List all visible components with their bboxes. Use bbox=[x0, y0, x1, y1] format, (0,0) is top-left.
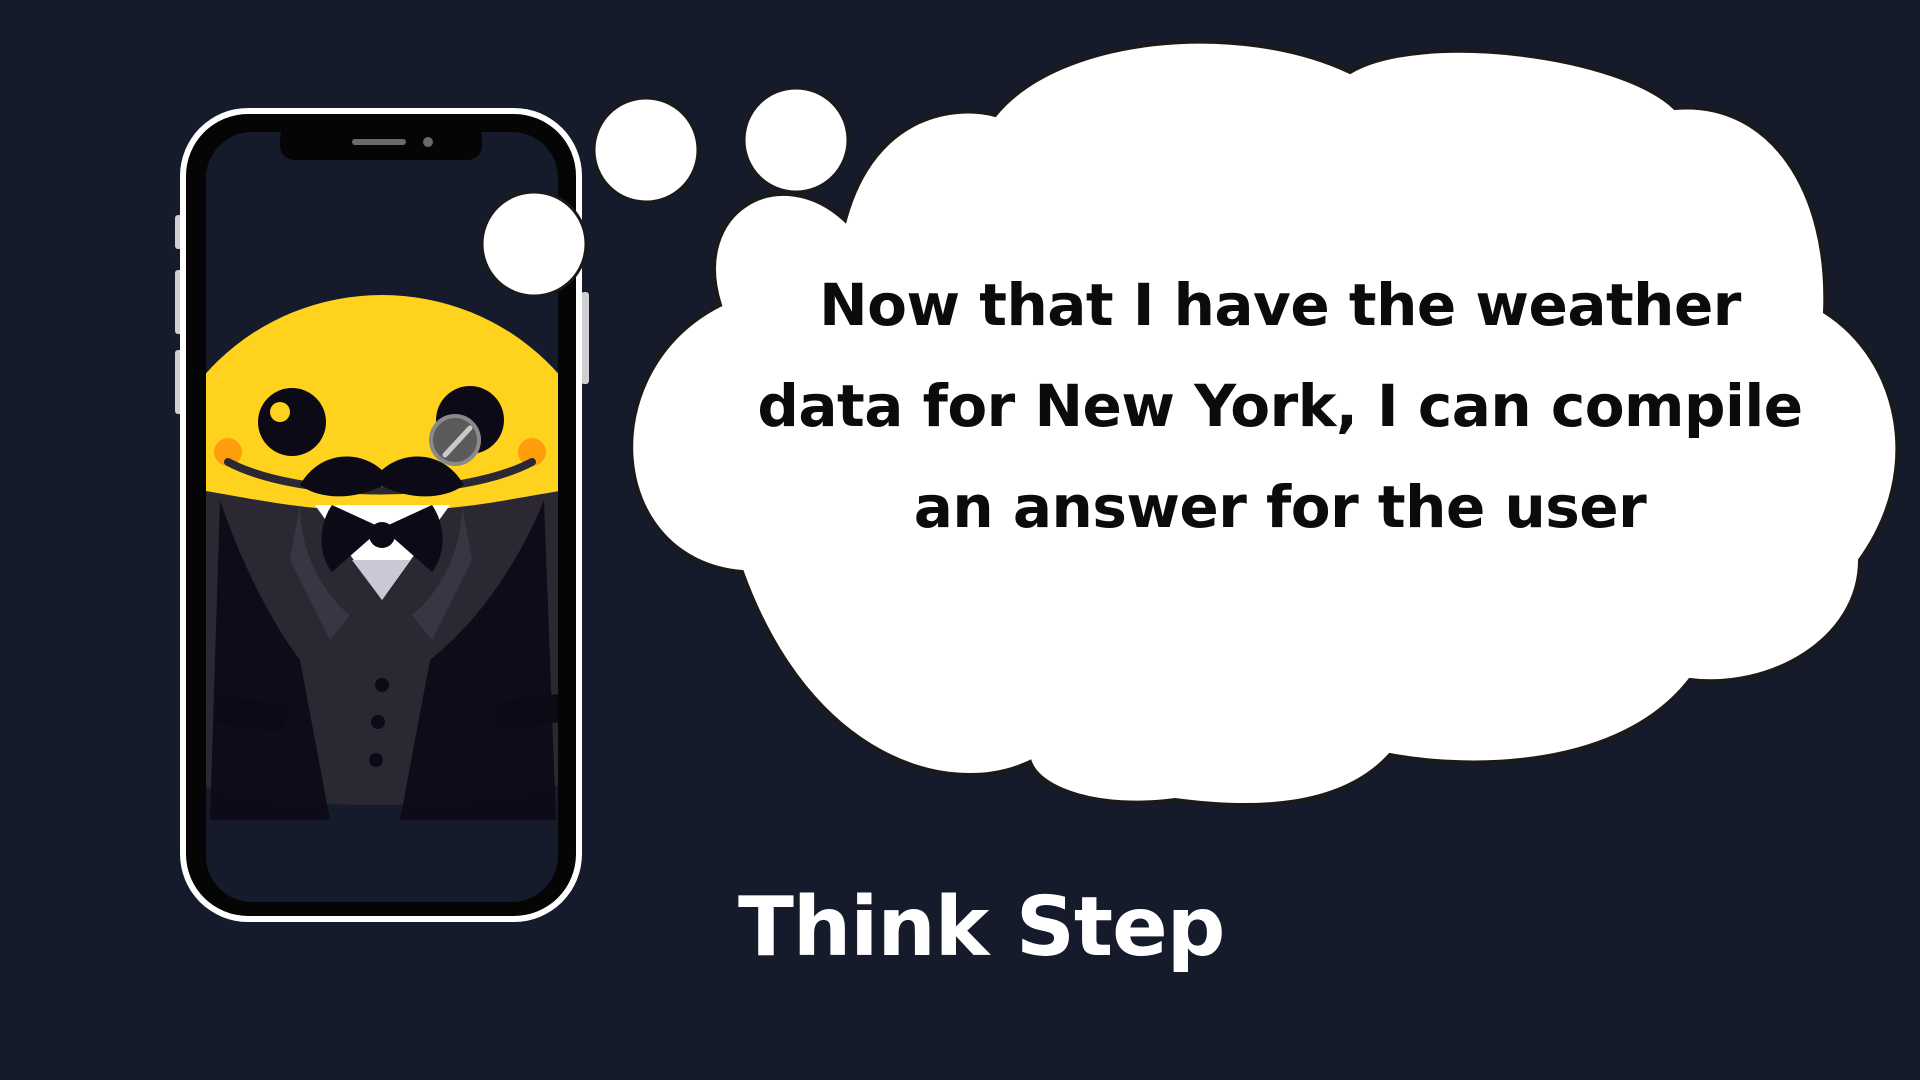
hugging-face-butler-icon bbox=[206, 295, 558, 820]
thought-line: data for New York, I can compile bbox=[757, 372, 1803, 440]
thought-line: Now that I have the weather bbox=[819, 271, 1741, 339]
caption-title: Think Step bbox=[738, 880, 1225, 975]
thought-line: an answer for the user bbox=[913, 473, 1647, 541]
thought-text: Now that I have the weather data for New… bbox=[720, 255, 1840, 558]
scene: Now that I have the weather data for New… bbox=[0, 0, 1920, 1080]
